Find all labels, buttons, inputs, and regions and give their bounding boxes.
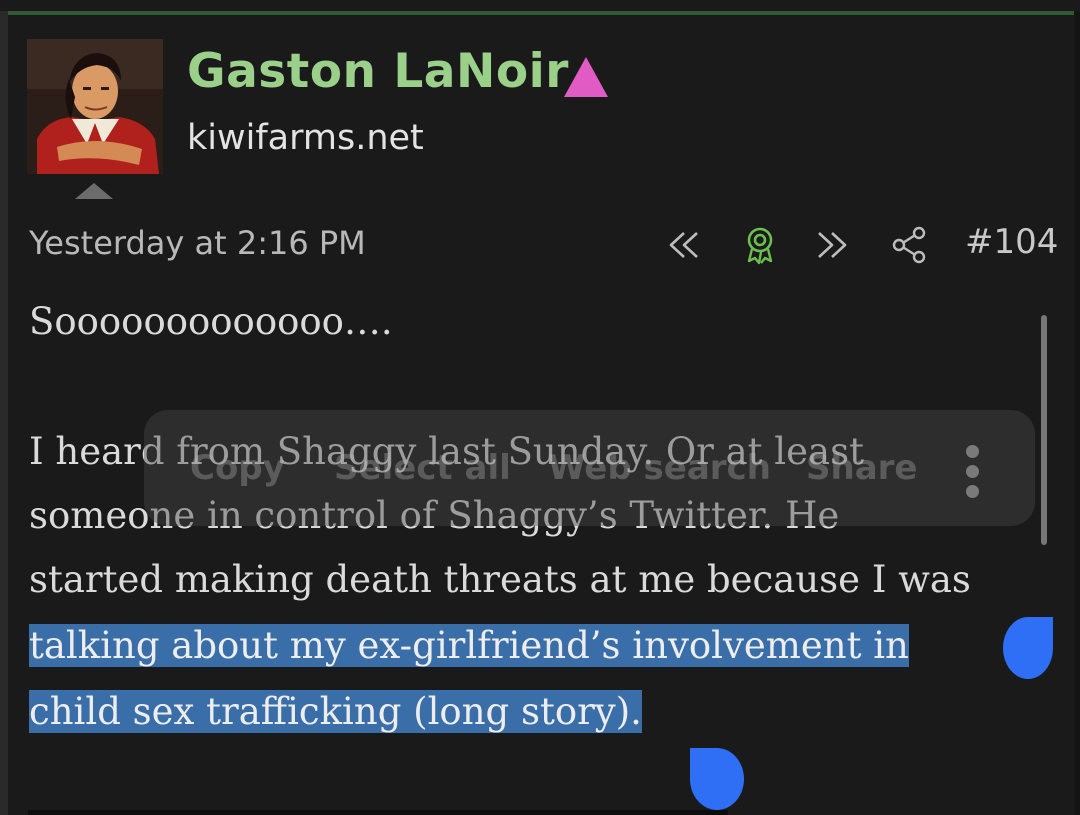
post-body-line-selected[interactable]: child sex trafficking (long story). [29,680,642,744]
post-body-line: started making death threats at me becau… [29,558,971,601]
selected-text[interactable]: talking about my ex-girlfriend’s involve… [29,624,909,667]
selected-text[interactable]: child sex trafficking (long story). [29,690,642,733]
avatar-caret-icon [75,183,113,199]
divider [28,810,728,815]
post-body-line: Sooooooooooooo…. [29,300,393,343]
post-left-border [0,11,8,815]
selection-end-handle[interactable] [690,748,744,810]
share-menu-item[interactable]: Share [806,448,917,488]
username[interactable]: Gaston LaNoir [187,44,569,99]
triangle-badge-icon [564,57,608,97]
post-body-line-selected[interactable]: talking about my ex-girlfriend’s involve… [29,614,909,678]
more-options-icon[interactable] [955,443,989,501]
avatar[interactable] [27,39,163,174]
rewind-icon[interactable] [662,224,704,266]
post-right-border [1074,11,1080,815]
web-search-menu-item[interactable]: Web search [548,448,771,488]
post-top-border [0,11,1074,15]
share-icon[interactable] [888,224,930,266]
post-number-link[interactable]: #104 [965,222,1058,262]
select-all-menu-item[interactable]: Select all [334,448,511,488]
copy-menu-item[interactable]: Copy [190,448,285,488]
selection-start-handle[interactable] [1003,617,1053,679]
user-site: kiwifarms.net [187,118,424,158]
award-icon[interactable] [739,224,781,266]
scrollbar[interactable] [1041,315,1047,545]
fast-forward-icon[interactable] [812,224,854,266]
avatar-image [27,39,163,174]
post-timestamp[interactable]: Yesterday at 2:16 PM [29,224,366,262]
